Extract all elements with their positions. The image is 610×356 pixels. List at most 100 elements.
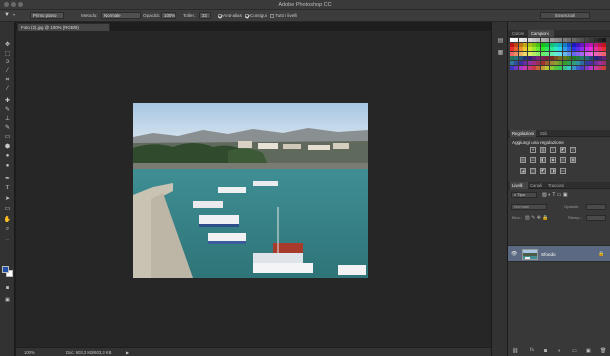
path-select-icon[interactable]: ➤	[3, 194, 12, 202]
color-swatch[interactable]	[554, 51, 558, 56]
color-lookup-icon[interactable]: ▦	[570, 157, 576, 163]
color-swatch[interactable]	[523, 47, 528, 52]
color-swatch[interactable]	[510, 42, 514, 47]
black-white-icon[interactable]: ◧	[540, 157, 546, 163]
new-layer-icon[interactable]: ▣	[586, 348, 591, 354]
lasso-icon[interactable]: ↄ	[3, 58, 12, 66]
color-swatch[interactable]	[523, 61, 528, 65]
color-swatch[interactable]	[571, 38, 576, 42]
eyedropper-icon[interactable]: ⁄	[3, 85, 12, 93]
color-swatch[interactable]	[602, 65, 607, 70]
color-swatch[interactable]	[532, 42, 536, 47]
color-swatch[interactable]	[545, 38, 550, 42]
brightness-contrast-icon[interactable]: ☀	[530, 147, 536, 153]
color-swatch[interactable]	[602, 42, 607, 47]
color-swatch[interactable]	[598, 38, 602, 42]
clone-stamp-icon[interactable]: ⊥	[3, 114, 12, 122]
lock-options-icons[interactable]: ▨ ✎ ✥ 🔒	[525, 215, 549, 221]
color-swatch[interactable]	[549, 47, 554, 52]
exposure-icon[interactable]: ◩	[560, 147, 566, 153]
color-swatch[interactable]	[540, 38, 545, 42]
swatches-grid[interactable]	[510, 38, 608, 78]
canvas-area[interactable]	[16, 31, 491, 347]
color-swatch[interactable]	[589, 56, 594, 61]
color-swatch[interactable]	[584, 56, 589, 61]
link-layers-icon[interactable]: ⛓	[512, 348, 518, 354]
color-swatch[interactable]	[593, 42, 598, 47]
color-swatch[interactable]	[514, 47, 519, 52]
color-swatch[interactable]	[510, 61, 514, 65]
type-icon[interactable]: T	[3, 184, 12, 192]
curves-icon[interactable]: ⌇	[550, 147, 556, 153]
color-swatch[interactable]	[514, 56, 519, 61]
gradient-map-icon[interactable]: ▭	[560, 168, 566, 174]
color-swatch[interactable]	[567, 51, 572, 56]
color-swatch[interactable]	[523, 38, 528, 42]
color-swatch[interactable]	[532, 65, 536, 70]
color-swatch[interactable]	[545, 65, 550, 70]
color-swatch[interactable]	[567, 42, 572, 47]
layer-style-icon[interactable]: fx	[530, 348, 534, 353]
color-swatch[interactable]	[598, 42, 602, 47]
visibility-eye-icon[interactable]: 👁	[511, 251, 517, 257]
color-swatch[interactable]	[532, 38, 536, 42]
tab-swatches[interactable]: Campioni	[531, 31, 549, 36]
dodge-icon[interactable]: ●	[3, 162, 12, 170]
color-swatch[interactable]	[562, 61, 567, 65]
color-swatch[interactable]	[580, 56, 585, 61]
harbor-photo[interactable]	[133, 103, 368, 278]
color-swatch[interactable]	[602, 51, 607, 56]
tolerance-input[interactable]: 32	[199, 12, 211, 19]
color-swatch[interactable]	[580, 65, 585, 70]
new-group-icon[interactable]: ▭	[572, 348, 577, 354]
color-swatch[interactable]	[527, 42, 532, 47]
color-swatch[interactable]	[545, 56, 550, 61]
color-swatch[interactable]	[527, 56, 532, 61]
color-swatch[interactable]	[580, 47, 585, 52]
color-swatch[interactable]	[576, 51, 580, 56]
color-swatch[interactable]	[593, 51, 598, 56]
selective-color-icon[interactable]: ◨	[550, 168, 556, 174]
layer-row-background[interactable]: 👁 Sfondo 🔒	[508, 245, 610, 262]
color-swatch[interactable]	[514, 42, 519, 47]
zoom-icon[interactable]: ⌕	[3, 225, 12, 233]
tool-preset-dropdown[interactable]: ▾	[13, 12, 15, 17]
color-swatch[interactable]	[536, 56, 541, 61]
color-swatch[interactable]	[598, 47, 602, 52]
color-swatch[interactable]	[527, 61, 532, 65]
color-swatch[interactable]	[527, 47, 532, 52]
color-swatch[interactable]	[545, 61, 550, 65]
color-swatch[interactable]	[567, 56, 572, 61]
color-swatch[interactable]	[584, 65, 589, 70]
posterize-icon[interactable]: ◫	[530, 168, 536, 174]
zoom-level[interactable]: 100%	[24, 350, 35, 355]
color-swatch[interactable]	[540, 42, 545, 47]
color-swatch[interactable]	[536, 47, 541, 52]
history-icon[interactable]: ▤	[497, 37, 504, 44]
hue-saturation-icon[interactable]: ▤	[520, 157, 526, 163]
color-swatch[interactable]	[589, 61, 594, 65]
color-swatch[interactable]	[567, 65, 572, 70]
blur-icon[interactable]: ●	[3, 152, 12, 160]
color-swatch[interactable]	[518, 51, 523, 56]
quick-mask-icon[interactable]: ◙	[3, 284, 12, 292]
color-swatch[interactable]	[598, 51, 602, 56]
color-swatch[interactable]	[558, 61, 563, 65]
invert-icon[interactable]: ◪	[520, 168, 526, 174]
color-swatch[interactable]	[554, 47, 558, 52]
paint-bucket-icon[interactable]: ⬢	[3, 142, 12, 150]
color-swatch[interactable]	[540, 51, 545, 56]
color-swatch[interactable]	[540, 56, 545, 61]
layer-kind-filter[interactable]: ⌕ Tipo	[511, 192, 537, 198]
color-swatch[interactable]	[523, 65, 528, 70]
hand-icon[interactable]: ✋	[3, 215, 12, 223]
color-swatch[interactable]	[589, 65, 594, 70]
more-tools-icon[interactable]: ···	[3, 235, 12, 243]
color-swatch[interactable]	[562, 38, 567, 42]
color-swatch[interactable]	[523, 42, 528, 47]
color-swatch[interactable]	[593, 56, 598, 61]
color-swatch[interactable]	[562, 47, 567, 52]
color-swatch[interactable]	[536, 65, 541, 70]
color-swatch[interactable]	[532, 61, 536, 65]
color-swatch[interactable]	[571, 56, 576, 61]
